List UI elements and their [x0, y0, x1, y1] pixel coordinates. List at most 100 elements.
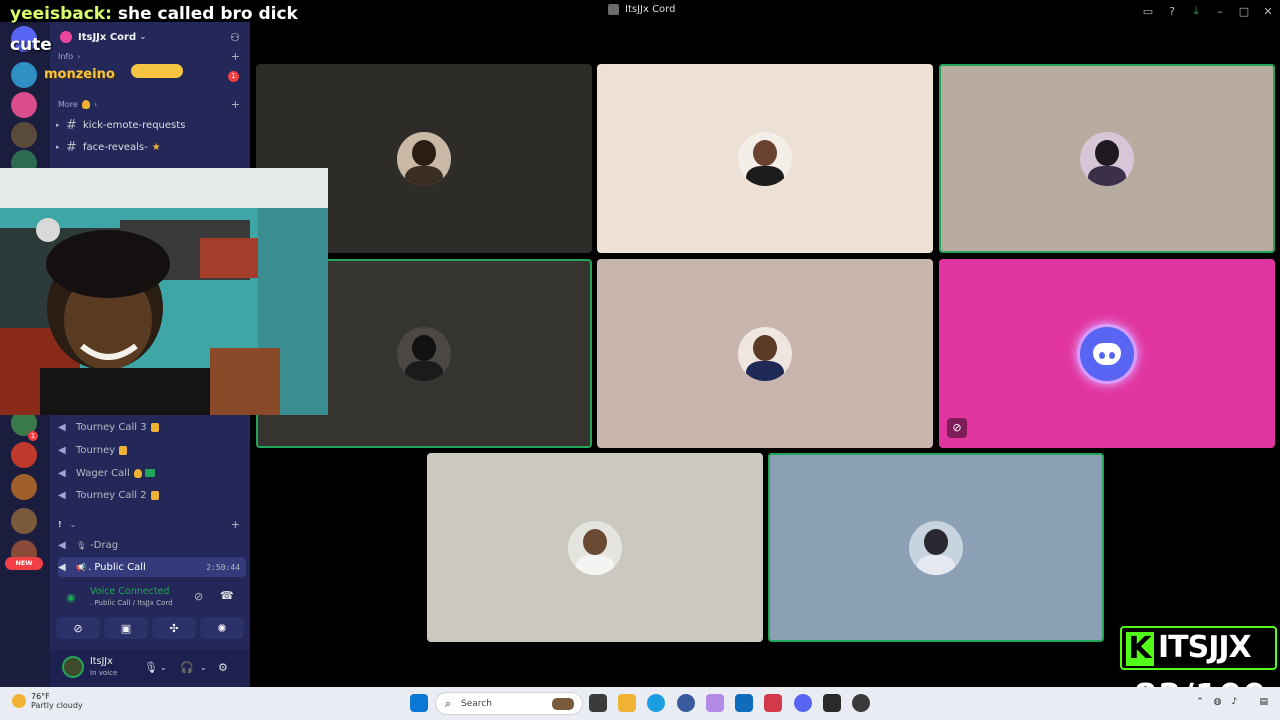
- webcam-image: [0, 168, 328, 415]
- network-icon[interactable]: ◍: [1214, 697, 1222, 707]
- server-icon[interactable]: [11, 474, 37, 500]
- chevron-down-icon: ⌄: [69, 520, 77, 529]
- soundboard-icon: ✺: [217, 621, 227, 635]
- category-exclaim[interactable]: ! ⌄ +: [58, 518, 244, 531]
- lock-emoji-icon: [150, 490, 159, 500]
- epic-games-icon[interactable]: [823, 694, 841, 712]
- chevron-down-icon[interactable]: ⌄: [200, 663, 207, 672]
- close-button[interactable]: ✕: [1256, 0, 1280, 22]
- weather-widget[interactable]: 76°F Partly cloudy: [12, 692, 83, 710]
- server-icon[interactable]: [11, 508, 37, 534]
- participant-tile[interactable]: [597, 259, 933, 448]
- app-icon[interactable]: [764, 694, 782, 712]
- download-icon[interactable]: ⤓: [1184, 0, 1208, 22]
- megaphone-emoji-icon: 📢: [76, 562, 86, 572]
- camera-button[interactable]: ⊘: [56, 617, 100, 639]
- avatar: [1080, 326, 1134, 381]
- app-icon[interactable]: [677, 694, 695, 712]
- headphones-icon[interactable]: 🎧: [180, 661, 194, 674]
- voice-actions: ⊘ ▣ ✣ ✺: [56, 617, 244, 641]
- store-icon[interactable]: [735, 694, 753, 712]
- minimize-button[interactable]: –: [1208, 0, 1232, 22]
- chevron-up-icon[interactable]: ⌃: [1196, 697, 1204, 707]
- channel-name: kick-emote-requests: [83, 119, 186, 131]
- voice-panel: ◉ Voice Connected . Public Call / ItsJJx…: [50, 580, 250, 650]
- category-more[interactable]: More › +: [58, 98, 244, 111]
- username[interactable]: ItsJJx: [90, 656, 113, 667]
- soundboard-button[interactable]: ✺: [200, 617, 244, 639]
- file-explorer-icon[interactable]: [618, 694, 636, 712]
- volume-icon[interactable]: ♪: [1232, 697, 1238, 707]
- category-label: More: [58, 100, 78, 109]
- start-icon[interactable]: [410, 694, 428, 712]
- gear-icon[interactable]: ⚙: [218, 661, 228, 674]
- server-icon[interactable]: [11, 62, 37, 88]
- kick-logo: K ITSJJX: [1120, 626, 1277, 670]
- system-tray: ⌃ ◍ ♪ ▤: [1196, 693, 1268, 711]
- participant-tile-speaking[interactable]: [939, 64, 1275, 253]
- voice-channel[interactable]: ◀ 🎙 -Drag: [58, 535, 246, 555]
- kick-icon: K: [1126, 632, 1154, 666]
- voice-channel-active[interactable]: ◀ 📢 . Public Call 2:50:44: [58, 557, 246, 577]
- mic-icon[interactable]: 🎙: [144, 661, 158, 674]
- add-channel-icon[interactable]: +: [231, 98, 240, 111]
- avatar[interactable]: [62, 656, 84, 678]
- signal-icon: ◉: [66, 591, 76, 604]
- voice-channel[interactable]: ◀ Tourney Call 3: [58, 417, 246, 437]
- search-placeholder: Search: [461, 699, 492, 709]
- help-icon[interactable]: ?: [1160, 0, 1184, 22]
- app-icon[interactable]: [852, 694, 870, 712]
- voice-channel[interactable]: ◀ Wager Call: [58, 463, 246, 483]
- server-icon[interactable]: [11, 442, 37, 468]
- voice-status[interactable]: Voice Connected: [90, 586, 169, 597]
- avatar: [397, 326, 451, 381]
- server-icon[interactable]: [11, 122, 37, 148]
- money-emoji-icon: [144, 469, 155, 477]
- text-channel[interactable]: ▸ # face-reveals- ★: [56, 137, 246, 157]
- camera-off-icon: ⊘: [947, 418, 967, 438]
- donor-name: monzeino: [44, 67, 115, 82]
- noise-suppression-icon[interactable]: ⊘: [194, 590, 203, 603]
- add-channel-icon[interactable]: +: [231, 50, 240, 63]
- search-highlight-icon: [552, 698, 574, 710]
- chevron-right-icon: ▸: [56, 121, 60, 129]
- speaker-icon: ◀: [58, 467, 66, 479]
- participant-tile[interactable]: ⊘: [939, 259, 1275, 448]
- voice-channel[interactable]: ◀ Tourney: [58, 440, 246, 460]
- channel-name: Tourney Call 3: [76, 421, 147, 433]
- add-user-icon[interactable]: ⚇: [230, 31, 240, 44]
- mic-emoji-icon: 🎙: [76, 540, 87, 550]
- voice-location[interactable]: . Public Call / ItsJJx Cord: [90, 599, 173, 607]
- activities-button[interactable]: ✣: [152, 617, 196, 639]
- user-status: In voice: [90, 669, 118, 677]
- search-bar[interactable]: ⌕ Search: [435, 692, 583, 715]
- chevron-down-icon[interactable]: ⌄: [160, 663, 167, 672]
- speaker-icon: ◀: [58, 421, 66, 433]
- discord-taskbar-icon[interactable]: [794, 694, 812, 712]
- category-info[interactable]: Info › +: [58, 50, 244, 63]
- participant-tile-speaking[interactable]: [768, 453, 1104, 642]
- voice-channel[interactable]: ◀ Tourney Call 2: [58, 485, 246, 505]
- app-icon[interactable]: [706, 694, 724, 712]
- add-channel-icon[interactable]: +: [231, 518, 240, 531]
- inbox-icon[interactable]: ▭: [1136, 0, 1160, 22]
- guild-icon: [60, 31, 72, 43]
- server-icon[interactable]: [11, 92, 37, 118]
- participant-tile[interactable]: [427, 453, 763, 642]
- disconnect-icon[interactable]: ☎: [220, 589, 234, 602]
- participant-tile[interactable]: [597, 64, 933, 253]
- stream-text-overlay: cute: [10, 35, 52, 55]
- lock-emoji-icon: [119, 445, 128, 455]
- avatar: [397, 131, 451, 186]
- hash-icon: #: [66, 139, 77, 155]
- guild-header[interactable]: ItsJJx Cord ⌄ ⚇: [50, 22, 250, 52]
- clock[interactable]: [1247, 693, 1249, 711]
- maximize-button[interactable]: □: [1232, 0, 1256, 22]
- text-channel[interactable]: ▸ # kick-emote-requests: [56, 115, 246, 135]
- screen-share-button[interactable]: ▣: [104, 617, 148, 639]
- window-title: ItsJJx Cord: [608, 4, 675, 15]
- task-view-icon[interactable]: [589, 694, 607, 712]
- edge-icon[interactable]: [647, 694, 665, 712]
- speaker-icon: ◀: [58, 489, 66, 501]
- notification-icon[interactable]: ▤: [1259, 697, 1268, 707]
